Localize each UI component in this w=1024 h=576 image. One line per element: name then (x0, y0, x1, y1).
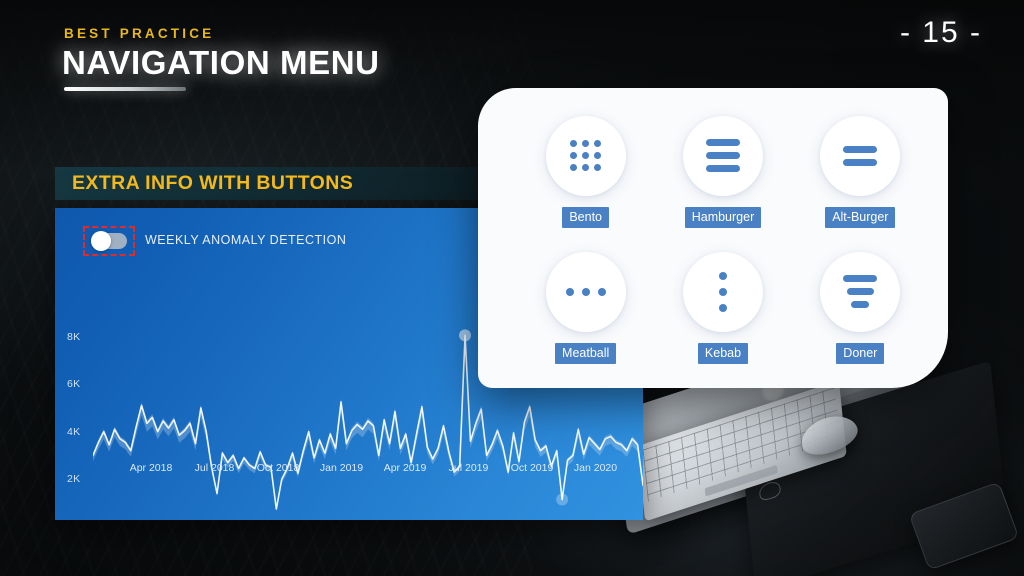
x-axis-tick: Oct 2018 (256, 462, 300, 474)
bento-button[interactable] (545, 115, 626, 196)
menu-item-kebab[interactable]: Kebab (661, 242, 784, 374)
anomaly-marker (459, 329, 472, 342)
kebab-icon (718, 271, 727, 312)
meatball-icon (565, 287, 606, 296)
menu-label-meatball: Meatball (555, 342, 617, 365)
menu-item-meatball[interactable]: Meatball (524, 242, 647, 374)
x-axis-tick: Oct 2019 (510, 462, 554, 474)
x-axis-tick: Jan 2019 (319, 462, 364, 474)
y-axis-tick: 6K (67, 378, 81, 391)
x-axis-tick: Apr 2019 (383, 462, 427, 474)
page-title: NAVIGATION MENU (62, 44, 380, 81)
x-axis-tick: Apr 2018 (129, 462, 173, 474)
menu-item-alt-burger[interactable]: Alt-Burger (799, 106, 922, 238)
menu-label-bento: Bento (562, 206, 609, 229)
page-number: - 15 - (899, 16, 982, 49)
menu-label-hamburger: Hamburger (684, 206, 762, 229)
menu-item-doner[interactable]: Doner (799, 242, 922, 374)
title-underline (64, 87, 186, 91)
anomaly-toggle-switch[interactable] (91, 231, 127, 251)
hamburger-button[interactable] (682, 115, 763, 196)
bento-grid-icon (570, 140, 602, 172)
slide-kicker: BEST PRACTICE (64, 26, 215, 41)
toggle-knob (91, 231, 111, 251)
x-axis-labels: Apr 2018 Jul 2018 Oct 2018 Jan 2019 Apr 2019… (55, 462, 643, 478)
hamburger-icon (705, 139, 740, 173)
kebab-button[interactable] (682, 251, 763, 332)
meatball-button[interactable] (545, 251, 626, 332)
menu-label-kebab: Kebab (697, 342, 749, 365)
menu-item-bento[interactable]: Bento (524, 106, 647, 238)
y-axis-tick: 4K (67, 425, 81, 438)
x-axis-tick: Jul 2019 (448, 462, 489, 474)
menu-label-alt-burger: Alt-Burger (825, 206, 896, 229)
y-axis-tick: 8K (67, 330, 81, 343)
alt-burger-button[interactable] (820, 115, 901, 196)
menu-label-doner: Doner (836, 342, 885, 365)
doner-button[interactable] (820, 251, 901, 332)
anomaly-marker (556, 493, 569, 506)
x-axis-tick: Jan 2020 (573, 462, 618, 474)
chart-title: WEEKLY ANOMALY DETECTION (145, 233, 347, 247)
x-axis-tick: Jul 2018 (194, 462, 235, 474)
doner-icon (843, 275, 878, 309)
navigation-menu-card: Bento Hamburger Alt-Burger Meatball Keba… (478, 88, 948, 388)
anomaly-toggle-highlight (83, 226, 135, 256)
section-banner-label: EXTRA INFO WITH BUTTONS (72, 172, 354, 194)
menu-button-grid: Bento Hamburger Alt-Burger Meatball Keba… (524, 106, 922, 374)
menu-item-hamburger[interactable]: Hamburger (661, 106, 784, 238)
alt-burger-icon (843, 145, 878, 166)
